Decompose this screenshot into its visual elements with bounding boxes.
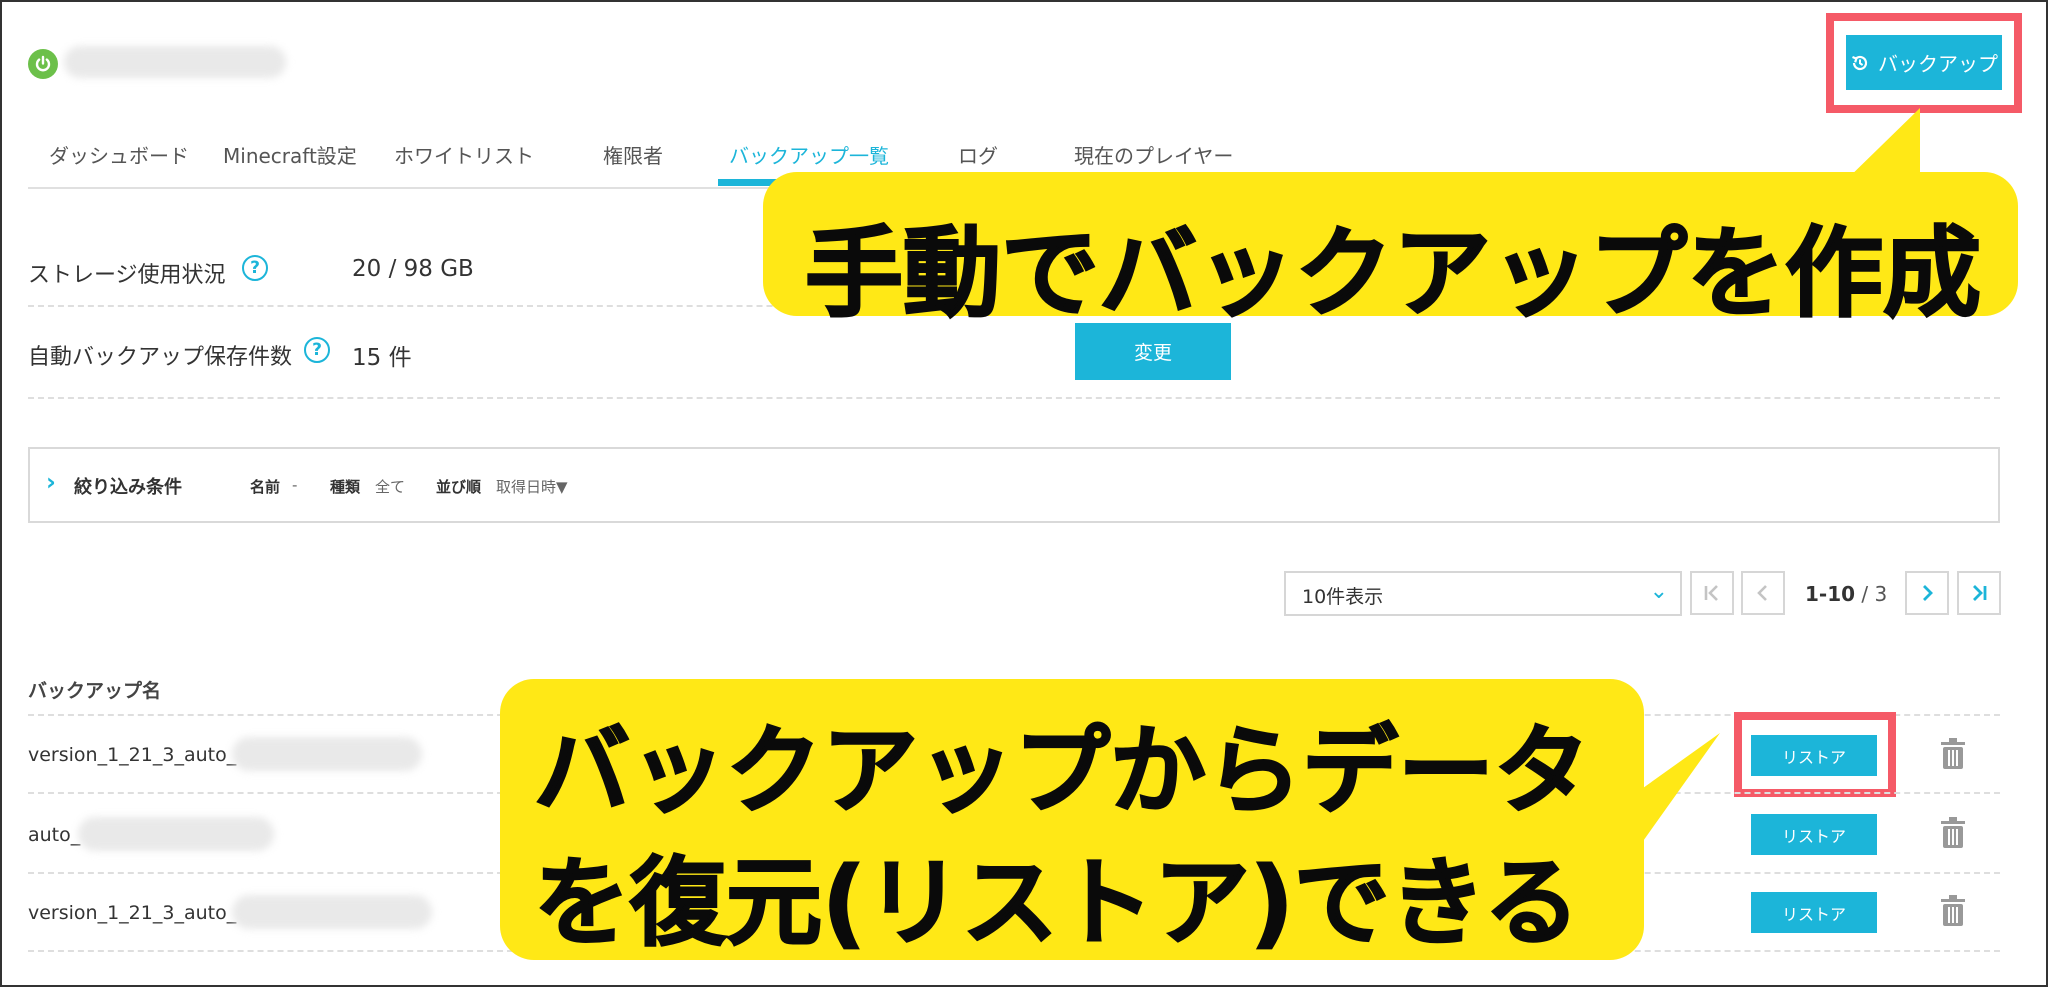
blurred-backup-suffix bbox=[232, 737, 422, 771]
power-icon bbox=[28, 49, 58, 79]
help-icon[interactable]: ? bbox=[242, 255, 268, 281]
blurred-backup-suffix bbox=[78, 817, 274, 851]
chevron-left-icon bbox=[1757, 585, 1767, 601]
page-range-total: / 3 bbox=[1861, 582, 1888, 606]
callout-pointer bbox=[1636, 733, 1720, 851]
auto-backup-count-label: 自動バックアップ保存件数 bbox=[28, 345, 293, 370]
storage-usage-label: ストレージ使用状況 bbox=[28, 263, 226, 288]
callout-manual-backup-text: 手動でバックアップを作成 bbox=[804, 216, 1982, 332]
create-backup-label: バックアップ bbox=[1878, 52, 1998, 76]
tab-whitelist[interactable]: ホワイトリスト bbox=[394, 140, 534, 187]
filter-sort-label: 並び順 bbox=[436, 478, 482, 496]
callout-restore-text-line1: バックアップからデータ bbox=[533, 714, 1591, 828]
trash-icon[interactable] bbox=[1938, 737, 1968, 771]
filter-panel[interactable]: › 絞り込み条件 名前 - 種類 全て 並び順 取得日時▼ bbox=[28, 447, 2000, 523]
first-page-icon bbox=[1704, 585, 1718, 601]
history-icon bbox=[1852, 55, 1868, 70]
backup-row-name: version_1_21_3_auto_ bbox=[28, 902, 237, 924]
chevron-down-icon: ⌄ bbox=[1649, 579, 1668, 604]
trash-icon[interactable] bbox=[1938, 894, 1968, 928]
column-header-backup-name: バックアップ名 bbox=[28, 680, 162, 702]
chevron-right-icon[interactable]: › bbox=[46, 468, 56, 496]
first-page-button[interactable] bbox=[1690, 571, 1734, 615]
help-icon[interactable]: ? bbox=[304, 337, 330, 363]
restore-button[interactable]: リストア bbox=[1751, 814, 1877, 855]
callout-manual-backup: 手動でバックアップを作成 bbox=[763, 172, 2018, 332]
next-page-button[interactable] bbox=[1905, 571, 1949, 615]
callout-restore: バックアップからデータ を復元(リストア)できる bbox=[500, 679, 1644, 960]
callout-restore-text-line2: を復元(リストア)できる bbox=[533, 846, 1581, 960]
auto-backup-count-value: 15 件 bbox=[352, 345, 412, 371]
divider bbox=[28, 397, 2000, 399]
filter-type-label: 種類 bbox=[330, 478, 361, 496]
backup-row-name: version_1_21_3_auto_ bbox=[28, 744, 237, 766]
tab-permissions[interactable]: 権限者 bbox=[603, 140, 663, 187]
page-range: 1-10 / 3 bbox=[1805, 582, 1887, 606]
create-backup-button[interactable]: バックアップ bbox=[1846, 35, 2002, 90]
filter-title: 絞り込み条件 bbox=[74, 477, 182, 498]
per-page-select[interactable]: 10件表示 ⌄ bbox=[1284, 571, 1682, 616]
blurred-backup-suffix bbox=[232, 895, 432, 929]
filter-name-label: 名前 bbox=[250, 478, 281, 496]
tab-dashboard[interactable]: ダッシュボード bbox=[49, 140, 189, 187]
tab-minecraft-settings[interactable]: Minecraft設定 bbox=[223, 140, 357, 187]
restore-button[interactable]: リストア bbox=[1751, 735, 1877, 776]
blurred-server-name bbox=[64, 46, 286, 78]
last-page-button[interactable] bbox=[1957, 571, 2001, 615]
trash-icon[interactable] bbox=[1938, 816, 1968, 850]
page-range-current: 1-10 bbox=[1805, 582, 1856, 606]
last-page-icon bbox=[1973, 585, 1987, 601]
per-page-value: 10件表示 bbox=[1302, 586, 1384, 608]
filter-sort-value: 取得日時▼ bbox=[496, 478, 568, 496]
chevron-right-icon bbox=[1923, 585, 1933, 601]
prev-page-button[interactable] bbox=[1741, 571, 1785, 615]
backup-row-name: auto_ bbox=[28, 824, 81, 846]
restore-button[interactable]: リストア bbox=[1751, 892, 1877, 933]
filter-type-value: 全て bbox=[375, 478, 406, 496]
filter-name-value: - bbox=[292, 476, 298, 494]
storage-usage-value: 20 / 98 GB bbox=[352, 256, 474, 282]
